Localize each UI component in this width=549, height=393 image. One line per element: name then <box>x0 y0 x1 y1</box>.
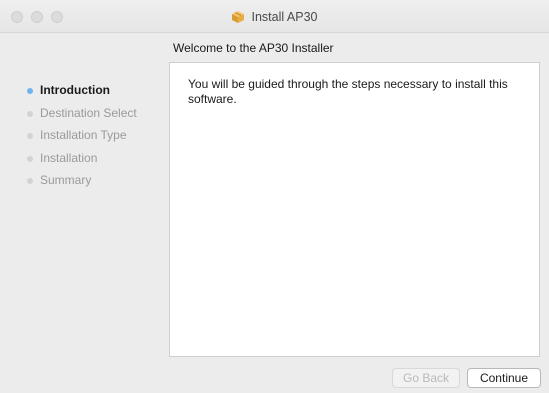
intro-text: You will be guided through the steps nec… <box>188 77 508 106</box>
step-label: Introduction <box>40 83 110 97</box>
step-bullet-icon <box>27 133 33 139</box>
step-installation: Installation <box>22 147 167 170</box>
window-title: Install AP30 <box>251 9 318 24</box>
step-summary: Summary <box>22 169 167 192</box>
step-label: Installation Type <box>40 128 127 142</box>
step-bullet-icon <box>27 155 33 162</box>
step-introduction: Introduction <box>22 79 167 102</box>
step-bullet-icon <box>27 110 33 117</box>
step-installation-type: Installation Type <box>22 124 167 147</box>
step-bullet-icon <box>27 178 33 184</box>
steps-sidebar: Introduction Destination Select Installa… <box>22 79 167 192</box>
step-label: Installation <box>40 150 98 165</box>
content-panel: You will be guided through the steps nec… <box>169 62 540 357</box>
installer-window: Install AP30 Welcome to the AP30 Install… <box>0 0 549 393</box>
continue-button[interactable]: Continue <box>467 368 541 388</box>
title-bar[interactable]: Install AP30 <box>0 0 549 33</box>
package-icon <box>231 10 245 24</box>
step-label: Summary <box>40 173 92 187</box>
window-title-group: Install AP30 <box>0 0 549 33</box>
go-back-button[interactable]: Go Back <box>392 368 460 388</box>
page-heading: Welcome to the AP30 Installer <box>173 41 334 55</box>
step-destination-select: Destination Select <box>22 102 167 125</box>
step-bullet-icon <box>27 88 33 94</box>
step-label: Destination Select <box>40 105 137 120</box>
